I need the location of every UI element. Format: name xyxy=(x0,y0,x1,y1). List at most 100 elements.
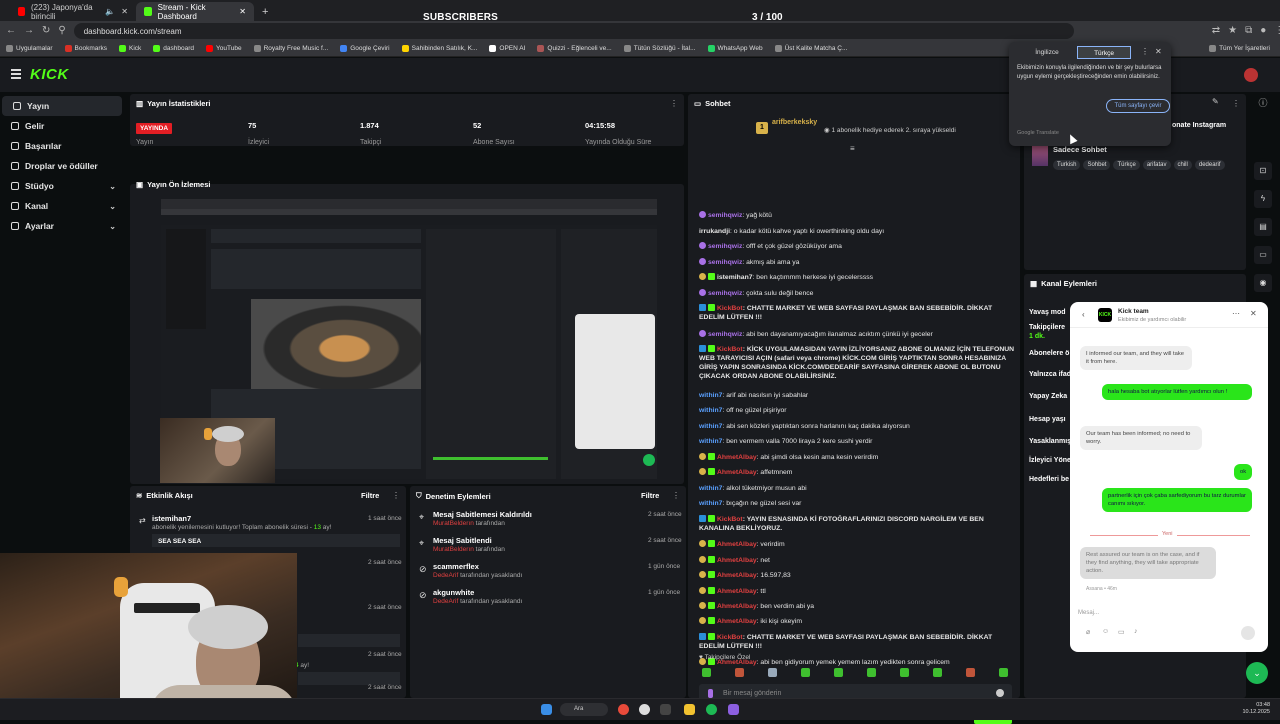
emote-icon[interactable] xyxy=(900,668,909,677)
sidebar-item[interactable]: Gelir xyxy=(0,116,124,136)
site-info-icon[interactable]: ⚲ xyxy=(58,25,65,37)
channel-action[interactable]: Yavaş mod xyxy=(1029,309,1066,316)
gif-icon[interactable]: ▭ xyxy=(1118,628,1125,636)
bookmark-item[interactable]: Üst Kalite Matcha Ç... xyxy=(774,45,847,52)
channel-action[interactable]: Yasaklanmış xyxy=(1029,438,1071,445)
edit-icon[interactable]: ✎ xyxy=(1212,97,1219,106)
close-icon[interactable]: ✕ xyxy=(239,7,246,16)
taskbar-search[interactable]: Ara xyxy=(560,703,608,716)
bookmark-item[interactable]: Royalty Free Music f... xyxy=(253,45,328,52)
all-bookmarks[interactable]: Tüm Yer İşaretleri xyxy=(1209,45,1270,52)
chat-username[interactable]: semihqwiz xyxy=(708,243,742,250)
forward-icon[interactable]: → xyxy=(24,25,34,37)
extensions-icon[interactable]: ⧉ xyxy=(1245,25,1252,37)
bookmark-item[interactable]: OPEN AI xyxy=(489,45,525,52)
chat-username[interactable]: within7 xyxy=(699,438,722,445)
sidebar-item[interactable]: Droplar ve ödüller xyxy=(0,156,124,176)
emote-icon[interactable] xyxy=(834,668,843,677)
emoji-icon[interactable] xyxy=(996,689,1004,697)
back-icon[interactable]: ← xyxy=(6,25,16,37)
chat-username[interactable]: AhmetAlbay xyxy=(717,541,757,548)
emote-icon[interactable] xyxy=(735,668,744,677)
chat-username[interactable]: AhmetAlbay xyxy=(717,618,757,625)
close-icon[interactable]: ✕ xyxy=(121,7,128,16)
channel-action[interactable]: Hedefleri be xyxy=(1029,476,1069,483)
app-icon[interactable] xyxy=(728,704,739,715)
chat-username[interactable]: KickBot xyxy=(717,346,743,353)
sidebar-item[interactable]: Yayın xyxy=(2,96,122,116)
chat-username[interactable]: within7 xyxy=(699,500,722,507)
chat-username[interactable]: KickBot xyxy=(717,305,743,312)
browser-tab-kick[interactable]: Stream - Kick Dashboard ✕ xyxy=(136,2,254,21)
chat-username[interactable]: AhmetAlbay xyxy=(717,588,757,595)
bookmark-item[interactable]: dashboard xyxy=(153,45,194,52)
windows-start-icon[interactable] xyxy=(541,704,552,715)
sidebar-item[interactable]: Başarılar xyxy=(0,136,124,156)
chat-username[interactable]: AhmetAlbay xyxy=(717,603,757,610)
chat-username[interactable]: within7 xyxy=(699,485,722,492)
url-field[interactable]: dashboard.kick.com/stream xyxy=(73,23,1074,39)
translate-page-button[interactable]: Tüm sayfayı çevir xyxy=(1106,99,1170,113)
star-icon[interactable]: ★ xyxy=(1228,25,1237,37)
bookmark-item[interactable]: Quizzi - Eğlenceli ve... xyxy=(537,45,612,52)
send-icon[interactable] xyxy=(1241,626,1255,640)
chevron-down-icon[interactable]: ⌄ xyxy=(1246,662,1268,684)
tag[interactable]: chill xyxy=(1173,160,1192,170)
sidebar-item[interactable]: Kanal ⌄ xyxy=(0,196,124,216)
emote-icon[interactable] xyxy=(702,668,711,677)
emote-icon[interactable] xyxy=(933,668,942,677)
more-options-icon[interactable]: ⋮ xyxy=(1232,99,1240,108)
kick-logo[interactable]: KICK xyxy=(30,66,69,83)
chat-username[interactable]: semihqwiz xyxy=(708,212,742,219)
more-options-icon[interactable]: ⋯ xyxy=(1232,309,1240,318)
chat-username[interactable]: AhmetAlbay xyxy=(717,454,757,461)
info-icon[interactable]: ⓘ xyxy=(1254,96,1272,114)
chat-username[interactable]: AhmetAlbay xyxy=(717,469,757,476)
chat-username[interactable]: KickBot xyxy=(717,634,743,641)
more-options-icon[interactable]: ⋮ xyxy=(672,491,680,500)
channel-action[interactable]: Yalnızca ifad xyxy=(1029,371,1071,378)
channel-action[interactable]: İzleyici Yöne xyxy=(1029,457,1071,464)
folder-icon[interactable] xyxy=(684,704,695,715)
more-options-icon[interactable]: ⋮ xyxy=(392,491,400,500)
bookmark-item[interactable]: Kick xyxy=(119,45,141,52)
lightning-icon[interactable]: ϟ xyxy=(1254,190,1272,208)
channel-action[interactable]: Yapay Zeka xyxy=(1029,393,1067,400)
broadcast-icon[interactable]: ◉ xyxy=(1254,274,1272,292)
focus-icon[interactable]: ⊡ xyxy=(1254,162,1272,180)
bookmark-item[interactable]: Bookmarks xyxy=(64,45,107,52)
emote-icon[interactable] xyxy=(867,668,876,677)
more-options-icon[interactable]: ⋮ xyxy=(1141,47,1149,56)
bookmark-item[interactable]: Uygulamalar xyxy=(6,45,53,52)
browser-tab-youtube[interactable]: (223) Japonya'da birincili 🔈 ✕ xyxy=(10,2,136,21)
reload-icon[interactable]: ↻ xyxy=(42,25,50,37)
more-icon[interactable]: ⋮ xyxy=(1274,25,1280,37)
obs-icon[interactable] xyxy=(639,704,650,715)
chat-username[interactable]: istemihan7 xyxy=(717,274,753,281)
new-tab-button[interactable]: + xyxy=(254,2,276,21)
channel-action[interactable]: Hesap yaşı xyxy=(1029,416,1066,423)
filter-button[interactable]: Filtre xyxy=(361,491,379,500)
chat-username[interactable]: within7 xyxy=(699,407,722,414)
bookmark-item[interactable]: Tütün Sözlüğü - İtal... xyxy=(623,45,696,52)
bookmark-item[interactable]: WhatsApp Web xyxy=(707,45,763,52)
document-icon[interactable]: ▤ xyxy=(1254,218,1272,236)
bookmark-item[interactable]: YouTube xyxy=(206,45,242,52)
chat-username[interactable]: KickBot xyxy=(717,516,743,523)
back-icon[interactable]: ‹ xyxy=(1082,310,1085,319)
avatar[interactable] xyxy=(1244,68,1258,82)
channel-action[interactable]: Abonelere ö xyxy=(1029,350,1069,357)
channel-action[interactable]: 1 dk. xyxy=(1029,333,1045,340)
tag[interactable]: arifatav xyxy=(1142,160,1171,170)
tag[interactable]: Turkish xyxy=(1053,160,1081,170)
chat-username[interactable]: semihqwiz xyxy=(708,259,742,266)
hamburger-menu-icon[interactable] xyxy=(11,69,21,79)
close-icon[interactable]: ✕ xyxy=(1155,47,1162,56)
emote-icon[interactable] xyxy=(966,668,975,677)
chat-username[interactable]: irrukandji xyxy=(699,228,730,235)
sidebar-item[interactable]: Ayarlar ⌄ xyxy=(0,216,124,236)
microphone-icon[interactable] xyxy=(708,689,713,698)
emote-icon[interactable] xyxy=(801,668,810,677)
bookmark-item[interactable]: Sahibinden Satılık, K... xyxy=(401,45,477,52)
attach-icon[interactable]: ⌀ xyxy=(1086,628,1090,636)
